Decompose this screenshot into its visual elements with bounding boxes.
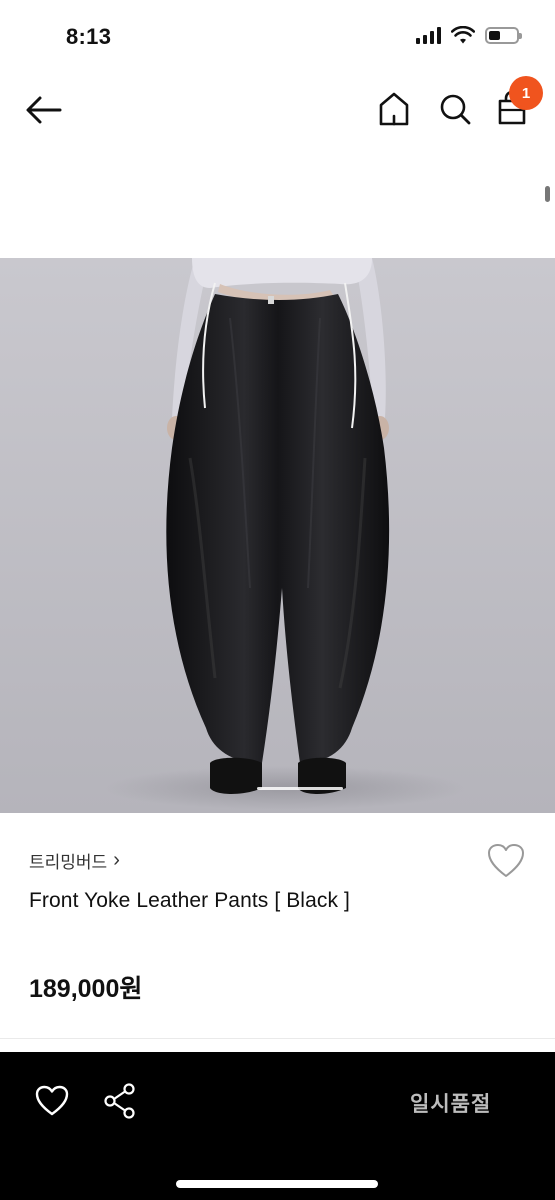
product-photo: [0, 258, 555, 813]
back-arrow-icon[interactable]: [24, 92, 64, 128]
battery-icon: [485, 26, 522, 44]
product-image[interactable]: [0, 258, 555, 813]
scroll-indicator: [545, 186, 550, 202]
chevron-right-icon: ›: [113, 849, 120, 871]
status-icons: [416, 26, 522, 44]
cellular-signal-icon: [416, 26, 441, 44]
product-title: Front Yoke Leather Pants [ Black ]: [29, 889, 350, 912]
status-bar: 8:13: [0, 0, 555, 70]
divider: [0, 1038, 555, 1039]
soldout-button[interactable]: 일시품절: [410, 1088, 491, 1118]
wifi-icon: [451, 26, 475, 44]
status-time: 8:13: [66, 24, 112, 49]
bottom-action-bar: 일시품절: [0, 1052, 555, 1200]
search-icon[interactable]: [436, 90, 474, 128]
product-price: 189,000원: [29, 975, 143, 1003]
nav-bar: [0, 70, 555, 150]
brand-link[interactable]: 트리밍버드 ›: [29, 848, 120, 873]
carousel-indicator: [257, 787, 343, 790]
heart-icon[interactable]: [486, 842, 526, 880]
brand-name: 트리밍버드: [29, 853, 108, 872]
home-indicator: [176, 1180, 378, 1188]
wishlist-heart-icon[interactable]: [34, 1084, 70, 1118]
cart-count-badge: 1: [509, 76, 543, 110]
home-icon[interactable]: [376, 90, 412, 128]
share-icon[interactable]: [102, 1082, 138, 1120]
